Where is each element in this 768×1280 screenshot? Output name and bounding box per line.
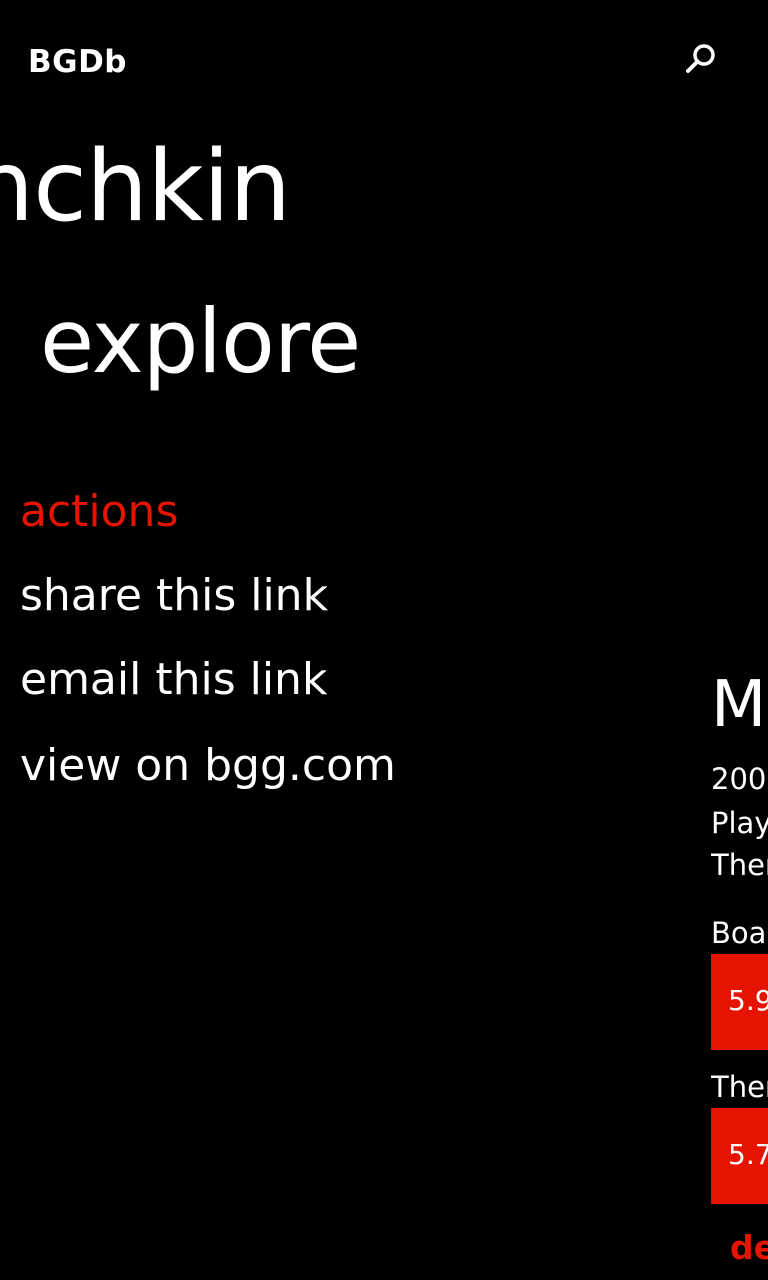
view-on-bgg-action[interactable]: view on bgg.com bbox=[20, 740, 396, 791]
next-pivot-pane[interactable]: M 2001 Play Ther Boar 5.9 Ther 5.7 de bbox=[711, 0, 768, 1280]
rating-tile[interactable]: 5.7 bbox=[711, 1108, 768, 1204]
rating-tile[interactable]: 5.9 bbox=[711, 954, 768, 1050]
next-pane-year: 2001 bbox=[711, 762, 768, 796]
share-link-action[interactable]: share this link bbox=[20, 570, 328, 621]
next-pane-info: Ther bbox=[711, 848, 768, 882]
next-pane-title: M bbox=[711, 668, 767, 742]
actions-heading: actions bbox=[20, 486, 179, 537]
app-title: BGDb bbox=[28, 44, 127, 80]
next-pane-players: Play bbox=[711, 806, 768, 840]
pivot-header-explore[interactable]: explore bbox=[40, 298, 361, 386]
game-title: nchkin bbox=[0, 130, 291, 244]
next-pane-link[interactable]: de bbox=[730, 1228, 768, 1267]
email-link-action[interactable]: email this link bbox=[20, 654, 327, 705]
rating-label: Ther bbox=[711, 1070, 768, 1104]
rating-value: 5.7 bbox=[728, 1138, 768, 1171]
rating-value: 5.9 bbox=[728, 984, 768, 1017]
rating-label: Boar bbox=[711, 916, 768, 950]
